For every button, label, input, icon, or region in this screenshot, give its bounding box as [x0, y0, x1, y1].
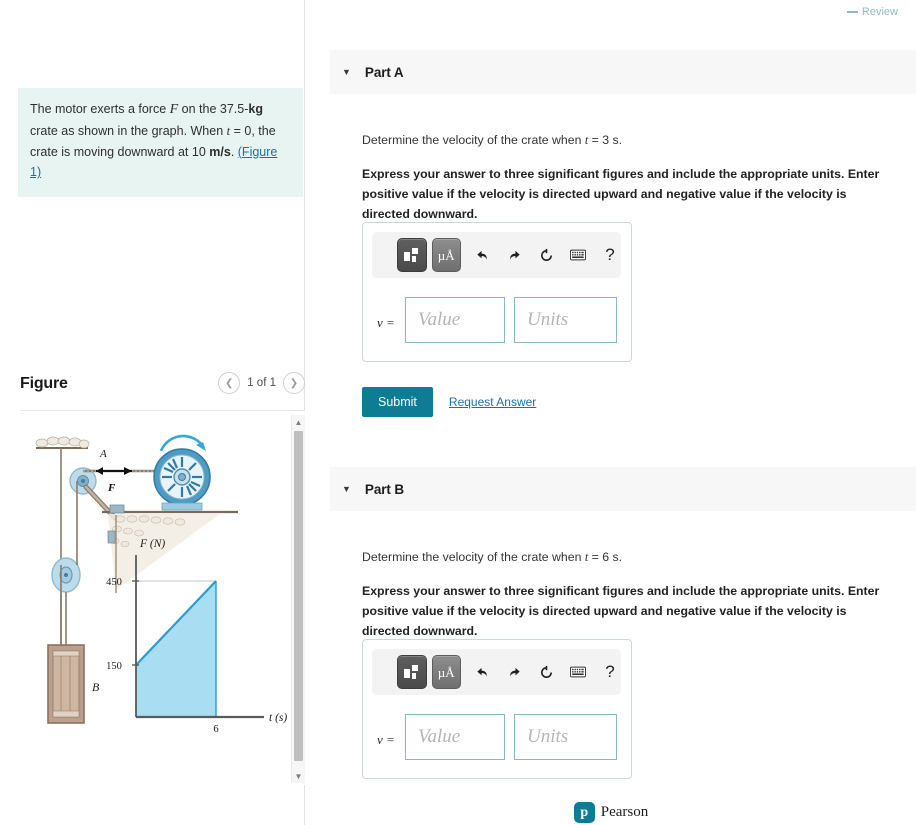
part-a-units-input[interactable]: Units — [514, 297, 617, 343]
y-axis-label: F (N) — [139, 538, 165, 550]
force-symbol: F — [169, 102, 179, 117]
part-b-header[interactable]: ▼ Part B — [330, 467, 916, 511]
figure-header: Figure ❮ 1 of 1 ❯ — [20, 372, 305, 402]
part-b-label: Part B — [364, 481, 405, 497]
help-question-icon[interactable]: ? — [599, 656, 621, 688]
figure-counter: 1 of 1 — [247, 377, 276, 389]
math-template-icon[interactable] — [397, 655, 427, 689]
part-b-question-prefix: Determine the velocity of the crate when — [362, 550, 585, 564]
part-a-label: Part A — [364, 64, 404, 80]
part-b-toolbar: µÅ ? — [372, 649, 621, 695]
chevron-left-icon[interactable]: ❮ — [218, 372, 241, 394]
caret-down-icon[interactable]: ▼ — [342, 67, 351, 77]
part-a-toolbar: µÅ ? — [372, 232, 621, 278]
problem-statement: The motor exerts a force F on the 37.5-k… — [18, 88, 303, 197]
y-tick-450: 450 — [106, 577, 122, 588]
problem-text-1: The motor exerts a force — [30, 102, 170, 116]
help-question-icon[interactable]: ? — [599, 239, 621, 271]
part-b-question: Determine the velocity of the crate when… — [362, 548, 902, 566]
units-label: µÅ — [437, 664, 455, 680]
right-panel: Review ▼ Part A Determine the velocity o… — [306, 0, 916, 825]
reset-circle-icon[interactable] — [535, 239, 557, 271]
micro-angstrom-icon[interactable]: µÅ — [431, 655, 461, 689]
svg-text:F: F — [107, 482, 116, 494]
keyboard-icon[interactable] — [567, 656, 589, 688]
problem-text-5: . — [230, 144, 238, 159]
units-label: µÅ — [437, 247, 455, 263]
review-label: Review — [861, 6, 898, 18]
part-b-value-input[interactable]: Value — [405, 714, 505, 760]
caret-down-icon[interactable]: ▼ — [342, 484, 351, 494]
value-placeholder: Value — [418, 726, 461, 747]
y-tick-150: 150 — [106, 661, 122, 672]
part-a-answer-box: µÅ ? v = Value Units — [362, 222, 632, 362]
part-a-header[interactable]: ▼ Part A — [330, 50, 916, 94]
reset-circle-icon[interactable] — [535, 656, 557, 688]
figure-scrollbar[interactable]: ▲ ▼ — [291, 415, 305, 783]
part-b-units-input[interactable]: Units — [514, 714, 617, 760]
math-template-icon[interactable] — [397, 238, 427, 272]
problem-text-3: crate as shown in the graph. When — [30, 124, 227, 139]
review-dash-icon — [846, 11, 858, 13]
x-tick-6: 6 — [213, 724, 218, 735]
pearson-footer: р Pearson — [306, 802, 916, 823]
problem-text-2: on the 37.5- — [178, 102, 249, 116]
part-a-variable-label: v = — [377, 315, 395, 330]
triangle-up-icon[interactable]: ▲ — [292, 415, 305, 429]
x-axis-label: t (s) — [269, 712, 287, 724]
part-a-actions: Submit Request Answer — [362, 387, 536, 417]
figure-title: Figure — [20, 375, 68, 392]
redo-arrow-icon[interactable] — [503, 239, 525, 271]
undo-arrow-icon[interactable] — [471, 239, 493, 271]
part-a-instruction: Express your answer to three significant… — [362, 167, 880, 221]
crate-b-label: B — [92, 680, 100, 694]
submit-button[interactable]: Submit — [362, 387, 433, 417]
part-a-question-prefix: Determine the velocity of the crate when — [362, 133, 585, 147]
request-answer-link[interactable]: Request Answer — [449, 395, 536, 409]
svg-text:A: A — [99, 448, 107, 460]
part-b-question-suffix: = 6 s. — [588, 550, 623, 564]
review-link[interactable]: Review — [846, 6, 898, 18]
figure-image: A F B F (N) t (s) 450 150 6 — [20, 415, 288, 783]
pearson-logo-icon: р — [573, 802, 595, 823]
part-a-question-suffix: = 3 s. — [588, 133, 623, 147]
keyboard-icon[interactable] — [567, 239, 589, 271]
value-placeholder: Value — [418, 309, 461, 330]
micro-angstrom-icon[interactable]: µÅ — [431, 238, 461, 272]
problem-page: The motor exerts a force F on the 37.5-k… — [0, 0, 916, 825]
part-a-question: Determine the velocity of the crate when… — [362, 131, 902, 149]
scrollbar-thumb[interactable] — [294, 431, 303, 761]
left-panel: The motor exerts a force F on the 37.5-k… — [0, 0, 305, 825]
part-b-instruction: Express your answer to three significant… — [362, 584, 880, 638]
pearson-brand-name: Pearson — [600, 804, 649, 820]
speed-unit: m/s — [209, 144, 231, 159]
part-b-variable-label: v = — [377, 732, 395, 747]
figure-navigation: ❮ 1 of 1 ❯ — [218, 372, 305, 394]
units-placeholder: Units — [527, 726, 569, 747]
triangle-down-icon[interactable]: ▼ — [292, 769, 305, 783]
figure-frame: A F B F (N) t (s) 450 150 6 ▲ ▼ — [20, 410, 305, 785]
mass-unit: kg — [248, 102, 263, 116]
units-placeholder: Units — [527, 309, 569, 330]
redo-arrow-icon[interactable] — [503, 656, 525, 688]
undo-arrow-icon[interactable] — [471, 656, 493, 688]
part-a-value-input[interactable]: Value — [405, 297, 505, 343]
chevron-right-icon[interactable]: ❯ — [283, 372, 305, 394]
part-b-answer-box: µÅ ? v = Value Units — [362, 639, 632, 779]
